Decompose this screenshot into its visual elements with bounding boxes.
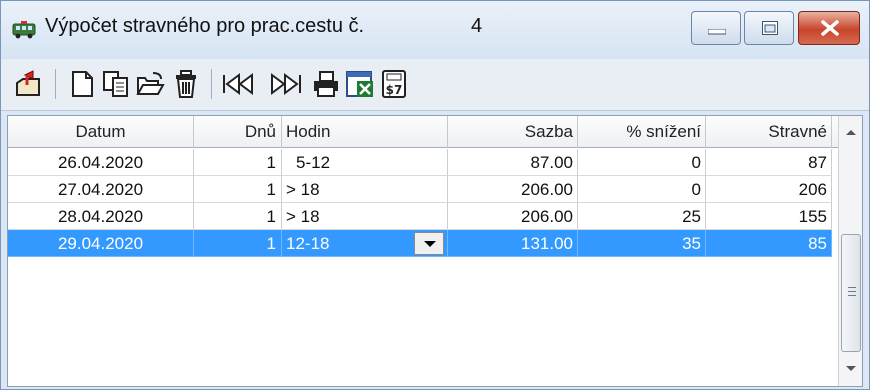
last-record-icon[interactable] <box>265 69 303 99</box>
table-row[interactable]: 27.04.2020 1 > 18 206.00 0 206 <box>8 176 838 203</box>
maximize-icon <box>762 21 778 35</box>
column-header-sazba[interactable]: Sazba <box>448 116 578 148</box>
cell-snizeni[interactable]: 0 <box>578 176 706 203</box>
cell-stravne[interactable]: 87 <box>706 149 832 176</box>
cell-hodin[interactable]: > 18 <box>282 176 448 203</box>
cell-sazba[interactable]: 87.00 <box>448 149 578 176</box>
column-header-stravne[interactable]: Stravné <box>706 116 832 148</box>
svg-text:$7: $7 <box>386 83 403 97</box>
column-header-snizeni[interactable]: % snížení <box>578 116 706 148</box>
cell-dnu[interactable]: 1 <box>194 176 282 203</box>
cell-sazba[interactable]: 131.00 <box>448 230 578 257</box>
table-row[interactable]: 28.04.2020 1 > 18 206.00 25 155 <box>8 203 838 230</box>
minimize-icon <box>708 29 726 35</box>
exit-icon[interactable] <box>13 69 43 99</box>
title-bar[interactable]: Výpočet stravného pro prac.cestu č. 4 <box>1 1 869 59</box>
cell-hodin[interactable]: 5-12 <box>282 149 448 176</box>
cell-stravne[interactable]: 206 <box>706 176 832 203</box>
cell-datum[interactable]: 27.04.2020 <box>8 176 194 203</box>
minimize-button[interactable] <box>691 11 741 45</box>
excel-export-icon[interactable] <box>345 69 375 99</box>
window-title: Výpočet stravného pro prac.cestu č. <box>45 15 365 37</box>
close-button[interactable] <box>798 11 860 45</box>
table-header: Datum Dnů Hodin Sazba % snížení Stravné <box>8 116 838 148</box>
table-row-selected[interactable]: 29.04.2020 1 12-18 131.00 35 85 <box>8 230 838 257</box>
column-header-datum[interactable]: Datum <box>8 116 194 148</box>
scroll-up-arrow-icon[interactable] <box>846 130 856 135</box>
close-icon <box>821 20 839 36</box>
grip-line <box>848 287 856 288</box>
maximize-button[interactable] <box>744 11 794 45</box>
cell-datum[interactable]: 28.04.2020 <box>8 203 194 230</box>
hodin-dropdown-button[interactable] <box>414 232 444 255</box>
print-icon[interactable] <box>311 69 341 99</box>
table-row[interactable]: 26.04.2020 1 5-12 87.00 0 87 <box>8 149 838 176</box>
cell-stravne[interactable]: 155 <box>706 203 832 230</box>
cell-dnu[interactable]: 1 <box>194 230 282 257</box>
scroll-down-arrow-icon[interactable] <box>846 366 856 371</box>
trip-number: 4 <box>471 15 483 37</box>
new-document-icon[interactable] <box>67 69 97 99</box>
delete-trash-icon[interactable] <box>171 69 201 99</box>
window: Výpočet stravného pro prac.cestu č. 4 $7… <box>0 0 870 390</box>
toolbar-separator <box>55 69 56 99</box>
toolbar: $7 <box>1 59 869 111</box>
cell-datum[interactable]: 29.04.2020 <box>8 230 194 257</box>
cell-dnu[interactable]: 1 <box>194 149 282 176</box>
column-header-hodin[interactable]: Hodin <box>282 116 448 148</box>
copy-icon[interactable] <box>101 69 131 99</box>
column-header-dnu[interactable]: Dnů <box>194 116 282 148</box>
cell-snizeni[interactable]: 25 <box>578 203 706 230</box>
meal-allowance-table: Datum Dnů Hodin Sazba % snížení Stravné … <box>7 115 863 387</box>
cell-hodin[interactable]: > 18 <box>282 203 448 230</box>
grip-line <box>848 291 856 292</box>
cell-sazba[interactable]: 206.00 <box>448 203 578 230</box>
grip-line <box>848 295 856 296</box>
scroll-thumb[interactable] <box>841 234 861 352</box>
open-folder-icon[interactable] <box>135 69 165 99</box>
calculator-icon[interactable]: $7 <box>379 69 409 99</box>
cell-snizeni[interactable]: 0 <box>578 149 706 176</box>
cell-sazba[interactable]: 206.00 <box>448 176 578 203</box>
cell-stravne[interactable]: 85 <box>706 230 832 257</box>
first-record-icon[interactable] <box>221 69 259 99</box>
cell-datum[interactable]: 26.04.2020 <box>8 149 194 176</box>
cell-hodin-value: 12-18 <box>286 234 330 253</box>
cell-dnu[interactable]: 1 <box>194 203 282 230</box>
cell-snizeni[interactable]: 35 <box>578 230 706 257</box>
app-bus-icon <box>12 21 36 39</box>
vertical-scrollbar[interactable] <box>838 116 862 386</box>
toolbar-separator <box>211 69 212 99</box>
